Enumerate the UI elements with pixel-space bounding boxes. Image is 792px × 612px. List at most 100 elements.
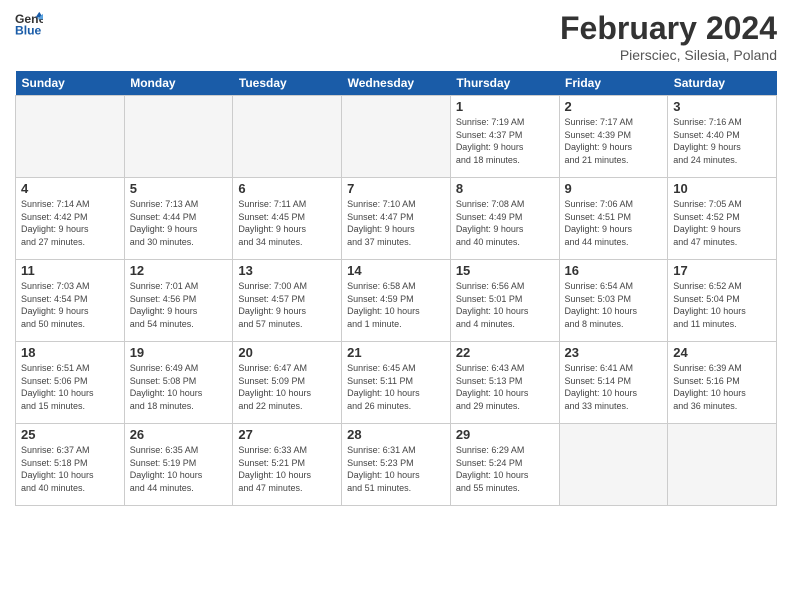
calendar-cell: 4 Sunrise: 7:14 AM Sunset: 4:42 PM Daylig… (16, 178, 125, 260)
calendar-cell: 10 Sunrise: 7:05 AM Sunset: 4:52 PM Dayli… (668, 178, 777, 260)
day-number: 16 (565, 263, 663, 278)
calendar-cell: 13 Sunrise: 7:00 AM Sunset: 4:57 PM Dayli… (233, 260, 342, 342)
calendar-cell: 28 Sunrise: 6:31 AM Sunset: 5:23 PM Dayli… (342, 424, 451, 506)
calendar-cell (559, 424, 668, 506)
day-number: 20 (238, 345, 336, 360)
calendar-cell (668, 424, 777, 506)
day-number: 8 (456, 181, 554, 196)
calendar-cell: 18 Sunrise: 6:51 AM Sunset: 5:06 PM Dayli… (16, 342, 125, 424)
calendar-cell: 19Sunrise: 6:49 AM Sunset: 5:08 PM Dayli… (124, 342, 233, 424)
col-wednesday: Wednesday (342, 71, 451, 96)
day-number: 12 (130, 263, 228, 278)
col-friday: Friday (559, 71, 668, 96)
day-info: Sunrise: 7:10 AM Sunset: 4:47 PM Dayligh… (347, 198, 445, 248)
day-number: 19 (130, 345, 228, 360)
day-number: 22 (456, 345, 554, 360)
day-number: 6 (238, 181, 336, 196)
day-number: 24 (673, 345, 771, 360)
title-area: February 2024 Piersciec, Silesia, Poland (560, 10, 777, 63)
day-number: 29 (456, 427, 554, 442)
day-number: 17 (673, 263, 771, 278)
calendar-cell: 17 Sunrise: 6:52 AM Sunset: 5:04 PM Dayli… (668, 260, 777, 342)
day-number: 7 (347, 181, 445, 196)
day-info: Sunrise: 6:52 AM Sunset: 5:04 PM Dayligh… (673, 280, 771, 330)
day-number: 14 (347, 263, 445, 278)
day-number: 11 (21, 263, 119, 278)
day-info: Sunrise: 6:51 AM Sunset: 5:06 PM Dayligh… (21, 362, 119, 412)
calendar-cell: 20 Sunrise: 6:47 AM Sunset: 5:09 PM Dayli… (233, 342, 342, 424)
day-info: Sunrise: 7:01 AM Sunset: 4:56 PM Dayligh… (130, 280, 228, 330)
day-number: 1 (456, 99, 554, 114)
calendar-cell (16, 96, 125, 178)
calendar-cell: 1 Sunrise: 7:19 AM Sunset: 4:37 PM Daylig… (450, 96, 559, 178)
calendar-cell: 26Sunrise: 6:35 AM Sunset: 5:19 PM Dayli… (124, 424, 233, 506)
calendar-cell: 5Sunrise: 7:13 AM Sunset: 4:44 PM Daylig… (124, 178, 233, 260)
calendar-cell: 25Sunrise: 6:37 AM Sunset: 5:18 PM Dayli… (16, 424, 125, 506)
calendar-cell (342, 96, 451, 178)
day-number: 28 (347, 427, 445, 442)
header-row: Sunday Monday Tuesday Wednesday Thursday… (16, 71, 777, 96)
page-container: General Blue February 2024 Piersciec, Si… (0, 0, 792, 516)
day-number: 3 (673, 99, 771, 114)
day-info: Sunrise: 7:14 AM Sunset: 4:42 PM Dayligh… (21, 198, 119, 248)
calendar-cell: 21 Sunrise: 6:45 AM Sunset: 5:11 PM Dayli… (342, 342, 451, 424)
calendar-cell: 7 Sunrise: 7:10 AM Sunset: 4:47 PM Daylig… (342, 178, 451, 260)
day-number: 18 (21, 345, 119, 360)
month-title: February 2024 (560, 10, 777, 47)
day-number: 21 (347, 345, 445, 360)
calendar-week-1: 1 Sunrise: 7:19 AM Sunset: 4:37 PM Daylig… (16, 96, 777, 178)
calendar-cell: 9 Sunrise: 7:06 AM Sunset: 4:51 PM Daylig… (559, 178, 668, 260)
day-info: Sunrise: 6:47 AM Sunset: 5:09 PM Dayligh… (238, 362, 336, 412)
calendar-cell: 15 Sunrise: 6:56 AM Sunset: 5:01 PM Dayli… (450, 260, 559, 342)
col-saturday: Saturday (668, 71, 777, 96)
day-number: 4 (21, 181, 119, 196)
day-number: 10 (673, 181, 771, 196)
day-info: Sunrise: 6:56 AM Sunset: 5:01 PM Dayligh… (456, 280, 554, 330)
calendar-cell: 12 Sunrise: 7:01 AM Sunset: 4:56 PM Dayli… (124, 260, 233, 342)
calendar-week-4: 18 Sunrise: 6:51 AM Sunset: 5:06 PM Dayli… (16, 342, 777, 424)
day-info: Sunrise: 7:03 AM Sunset: 4:54 PM Dayligh… (21, 280, 119, 330)
calendar-cell: 11 Sunrise: 7:03 AM Sunset: 4:54 PM Dayli… (16, 260, 125, 342)
logo: General Blue (15, 10, 43, 38)
calendar-cell: 24 Sunrise: 6:39 AM Sunset: 5:16 PM Dayli… (668, 342, 777, 424)
day-info: Sunrise: 6:54 AM Sunset: 5:03 PM Dayligh… (565, 280, 663, 330)
svg-text:Blue: Blue (15, 23, 42, 37)
calendar-week-5: 25Sunrise: 6:37 AM Sunset: 5:18 PM Dayli… (16, 424, 777, 506)
day-number: 25 (21, 427, 119, 442)
day-info: Sunrise: 6:43 AM Sunset: 5:13 PM Dayligh… (456, 362, 554, 412)
calendar-cell (233, 96, 342, 178)
calendar-table: Sunday Monday Tuesday Wednesday Thursday… (15, 71, 777, 506)
col-monday: Monday (124, 71, 233, 96)
day-info: Sunrise: 6:29 AM Sunset: 5:24 PM Dayligh… (456, 444, 554, 494)
day-info: Sunrise: 7:05 AM Sunset: 4:52 PM Dayligh… (673, 198, 771, 248)
calendar-cell: 8 Sunrise: 7:08 AM Sunset: 4:49 PM Daylig… (450, 178, 559, 260)
col-tuesday: Tuesday (233, 71, 342, 96)
day-number: 27 (238, 427, 336, 442)
calendar-week-3: 11 Sunrise: 7:03 AM Sunset: 4:54 PM Dayli… (16, 260, 777, 342)
day-number: 9 (565, 181, 663, 196)
day-info: Sunrise: 7:11 AM Sunset: 4:45 PM Dayligh… (238, 198, 336, 248)
calendar-cell: 23Sunrise: 6:41 AM Sunset: 5:14 PM Dayli… (559, 342, 668, 424)
calendar-cell: 14 Sunrise: 6:58 AM Sunset: 4:59 PM Dayli… (342, 260, 451, 342)
day-info: Sunrise: 6:45 AM Sunset: 5:11 PM Dayligh… (347, 362, 445, 412)
day-number: 13 (238, 263, 336, 278)
day-info: Sunrise: 7:19 AM Sunset: 4:37 PM Dayligh… (456, 116, 554, 166)
day-info: Sunrise: 6:39 AM Sunset: 5:16 PM Dayligh… (673, 362, 771, 412)
day-number: 15 (456, 263, 554, 278)
calendar-cell: 27Sunrise: 6:33 AM Sunset: 5:21 PM Dayli… (233, 424, 342, 506)
day-info: Sunrise: 7:06 AM Sunset: 4:51 PM Dayligh… (565, 198, 663, 248)
header: General Blue February 2024 Piersciec, Si… (15, 10, 777, 63)
location-subtitle: Piersciec, Silesia, Poland (560, 47, 777, 63)
calendar-cell: 2 Sunrise: 7:17 AM Sunset: 4:39 PM Daylig… (559, 96, 668, 178)
day-info: Sunrise: 6:31 AM Sunset: 5:23 PM Dayligh… (347, 444, 445, 494)
day-number: 2 (565, 99, 663, 114)
calendar-cell: 16 Sunrise: 6:54 AM Sunset: 5:03 PM Dayli… (559, 260, 668, 342)
calendar-cell (124, 96, 233, 178)
day-info: Sunrise: 7:00 AM Sunset: 4:57 PM Dayligh… (238, 280, 336, 330)
col-sunday: Sunday (16, 71, 125, 96)
day-info: Sunrise: 7:08 AM Sunset: 4:49 PM Dayligh… (456, 198, 554, 248)
calendar-cell: 3Sunrise: 7:16 AM Sunset: 4:40 PM Daylig… (668, 96, 777, 178)
day-info: Sunrise: 7:17 AM Sunset: 4:39 PM Dayligh… (565, 116, 663, 166)
day-info: Sunrise: 6:58 AM Sunset: 4:59 PM Dayligh… (347, 280, 445, 330)
logo-icon: General Blue (15, 10, 43, 38)
